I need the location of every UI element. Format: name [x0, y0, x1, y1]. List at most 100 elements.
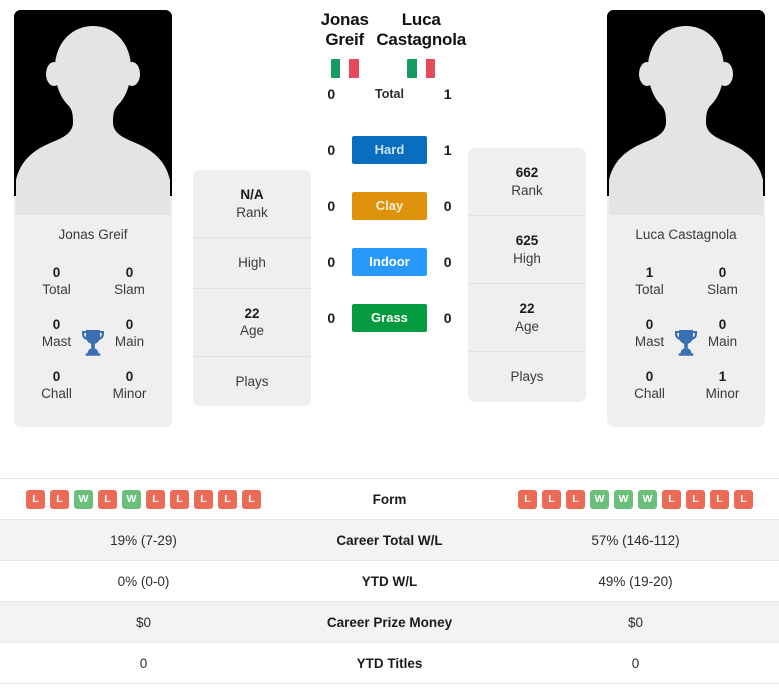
right-score: 0	[443, 198, 452, 214]
info-row-high: 625 High	[468, 216, 586, 285]
title-cell: 0 Slam	[93, 256, 166, 308]
title-cell: 0 Chall	[20, 360, 93, 412]
form-badge-loss[interactable]: L	[146, 489, 165, 509]
surface-badge-hard[interactable]: Hard	[351, 135, 428, 165]
info-label: High	[513, 250, 541, 266]
right-value: $0	[492, 601, 779, 643]
left-player-avatar	[14, 10, 172, 215]
table-row: 0% (0-0) YTD W/L 49% (19-20)	[0, 560, 779, 602]
info-label: Plays	[510, 369, 544, 385]
table-row: $0 Career Prize Money $0	[0, 601, 779, 643]
right-value: 0	[492, 642, 779, 684]
title-cell: 1 Minor	[686, 360, 759, 412]
surface-row-hard: 0 Hard 1	[311, 122, 468, 178]
info-row-plays: Plays	[468, 352, 586, 402]
info-value: 662	[515, 165, 539, 180]
row-label: Career Prize Money	[287, 601, 492, 643]
form-badge-loss[interactable]: L	[194, 489, 213, 509]
left-value: $0	[0, 601, 287, 643]
info-label: Rank	[511, 182, 543, 198]
title-cell: 0 Minor	[93, 360, 166, 412]
surface-row-indoor: 0 Indoor 0	[311, 234, 468, 290]
row-label-form: Form	[287, 478, 492, 520]
form-badge-loss[interactable]: L	[710, 489, 729, 509]
form-badge-loss[interactable]: L	[242, 489, 261, 509]
surface-row-total: 0 Total 1	[311, 66, 468, 122]
right-score: 1	[443, 142, 452, 158]
head-to-head-center: Jonas Greif Luca Castagnola 0 Total 1 0 …	[311, 10, 468, 333]
form-badge-loss[interactable]: L	[50, 489, 69, 509]
title-cell: 0 Total	[20, 256, 93, 308]
info-value: 22	[244, 305, 260, 321]
title-cell: 1 Total	[613, 256, 686, 308]
person-silhouette-icon	[14, 10, 172, 215]
left-score: 0	[327, 198, 336, 214]
row-label: Career Total W/L	[287, 519, 492, 561]
form-badge-loss[interactable]: L	[170, 489, 189, 509]
form-badge-loss[interactable]: L	[662, 489, 681, 509]
left-player-info-card: N/A Rank High 22 Age Plays	[193, 170, 311, 407]
right-form-cell: LLLWWWLLLL	[492, 478, 779, 520]
info-value: 22	[519, 301, 535, 317]
form-badge-loss[interactable]: L	[734, 489, 753, 509]
title-value: 0	[125, 265, 134, 281]
title-label: Total	[635, 282, 664, 298]
surface-badge-total: Total	[375, 86, 404, 101]
form-badge-win[interactable]: W	[590, 489, 609, 509]
right-form-strip: LLLWWWLLLL	[498, 489, 773, 509]
title-cell: 0 Chall	[613, 360, 686, 412]
title-value: 0	[718, 265, 727, 281]
form-badge-win[interactable]: W	[614, 489, 633, 509]
form-badge-win[interactable]: W	[122, 489, 141, 509]
form-badge-win[interactable]: W	[74, 489, 93, 509]
form-badge-loss[interactable]: L	[98, 489, 117, 509]
form-badge-loss[interactable]: L	[686, 489, 705, 509]
row-label: YTD Titles	[287, 642, 492, 684]
form-badge-win[interactable]: W	[638, 489, 657, 509]
left-score: 0	[327, 86, 336, 102]
form-badge-loss[interactable]: L	[566, 489, 585, 509]
left-form-strip: LLWLWLLLLL	[6, 489, 281, 509]
title-label: Slam	[114, 282, 145, 298]
right-value: 49% (19-20)	[492, 560, 779, 602]
info-label: Age	[239, 323, 265, 339]
form-badge-loss[interactable]: L	[542, 489, 561, 509]
left-score: 0	[327, 142, 336, 158]
right-avatar-caption: Luca Castagnola	[635, 227, 737, 242]
title-label: Slam	[707, 282, 738, 298]
trophy-icon	[82, 329, 104, 356]
info-row-rank: 662 Rank	[468, 148, 586, 217]
info-label: Rank	[236, 204, 268, 220]
surface-breakdown: 0 Total 1 0 Hard 1 0 Clay 0 0 Indoor 0 0…	[311, 66, 468, 346]
table-row-form: LLWLWLLLLL Form LLLWWWLLLL	[0, 478, 779, 520]
title-value: 0	[125, 368, 134, 384]
surface-row-grass: 0 Grass 0	[311, 290, 468, 346]
left-form-cell: LLWLWLLLLL	[0, 478, 287, 520]
left-titles-grid: 0 Total 0 Slam 0 Mast 0 Main 0 Chall 0 M…	[14, 256, 172, 427]
surface-badge-grass[interactable]: Grass	[351, 303, 428, 333]
surface-badge-clay[interactable]: Clay	[351, 191, 428, 221]
surface-badge-indoor[interactable]: Indoor	[351, 247, 428, 277]
left-avatar-caption: Jonas Greif	[58, 227, 128, 242]
title-value: 0	[645, 368, 654, 384]
title-label: Chall	[634, 385, 665, 401]
row-label: YTD W/L	[287, 560, 492, 602]
left-player-card: Jonas Greif 0 Total 0 Slam 0 Mast 0 Main	[14, 10, 172, 428]
right-titles-grid: 1 Total 0 Slam 0 Mast 0 Main 0 Chall 1 M…	[607, 256, 765, 427]
form-badge-loss[interactable]: L	[518, 489, 537, 509]
title-label: Chall	[41, 385, 72, 401]
info-row-age: 22 Age	[468, 284, 586, 353]
right-value: 57% (146-112)	[492, 519, 779, 561]
title-value: 1	[645, 265, 654, 281]
left-value: 19% (7-29)	[0, 519, 287, 561]
form-badge-loss[interactable]: L	[26, 489, 45, 509]
right-player-name[interactable]: Luca Castagnola	[376, 10, 466, 50]
left-player-name[interactable]: Jonas Greif	[313, 10, 376, 50]
title-value: 0	[52, 368, 61, 384]
title-label: Total	[42, 282, 71, 298]
right-score: 1	[443, 86, 452, 102]
right-score: 0	[443, 254, 452, 270]
info-label: High	[238, 255, 266, 271]
form-badge-loss[interactable]: L	[218, 489, 237, 509]
title-label: Minor	[112, 385, 147, 401]
